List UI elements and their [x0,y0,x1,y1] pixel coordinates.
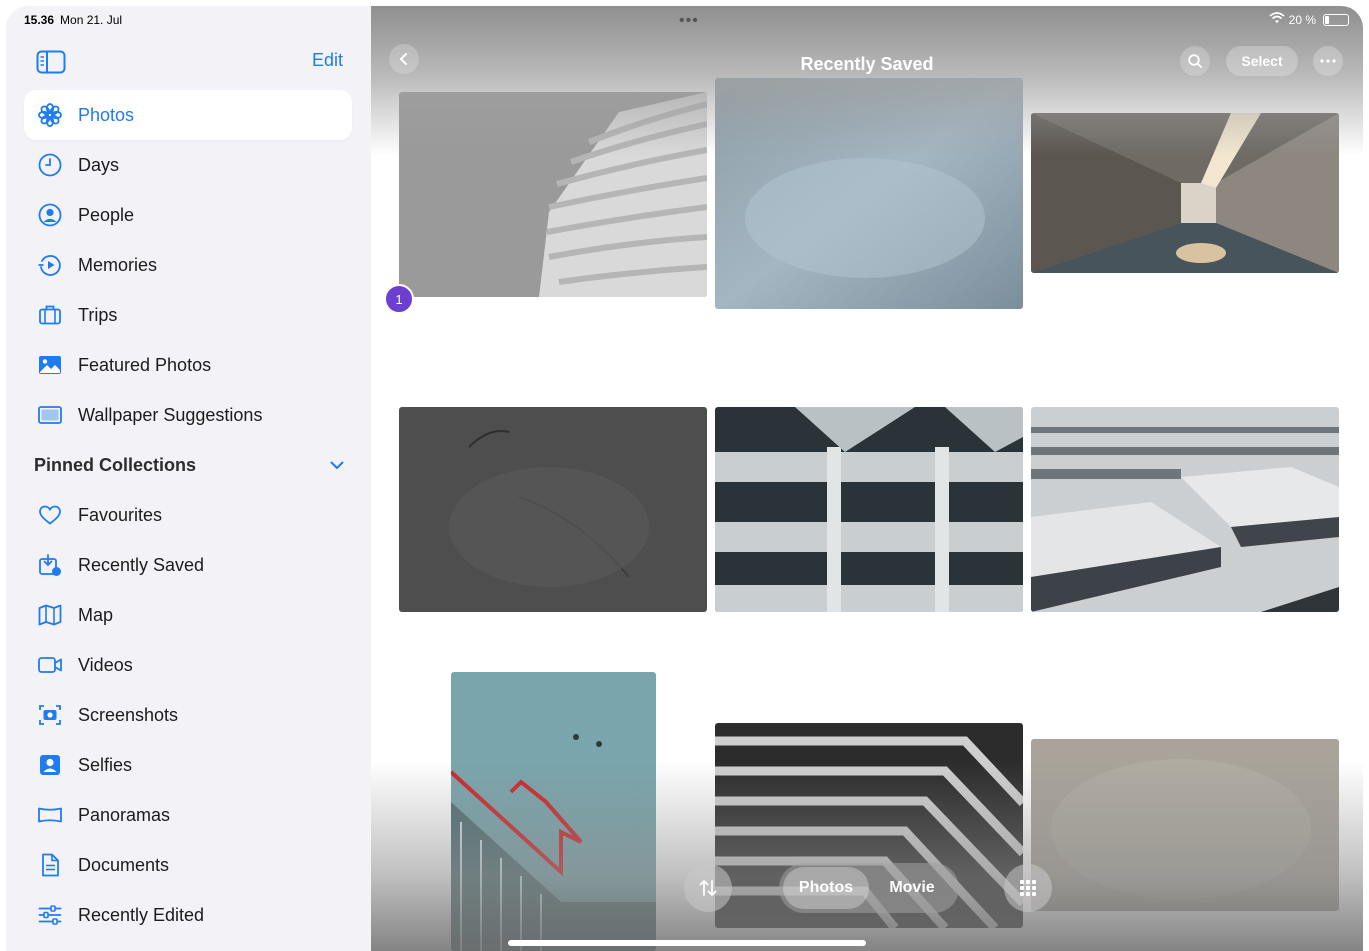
sidebar-item-label: Wallpaper Suggestions [78,404,263,425]
sidebar-item-label: Recently Saved [78,554,205,575]
page-title: Recently Saved [800,54,934,74]
sidebar-item-label: Panoramas [78,804,171,825]
status-time: 15.36 Mon 21. Jul [24,13,123,27]
sliders-icon [36,902,64,928]
segment-photos[interactable]: Photos [783,867,869,909]
photo-thumbnail[interactable] [715,407,1023,612]
wallpaper-icon [36,402,64,428]
ipad-screen: 15.36 Mon 21. Jul Edit Photos Days Peopl… [6,6,1363,951]
sidebar-item-label: Selfies [78,754,133,775]
chevron-down-icon[interactable] [328,456,346,474]
sort-arrows-icon [699,879,717,897]
multitasking-dots-icon[interactable]: ••• [679,12,699,30]
view-segmented-control: Photos Movie [779,863,959,913]
status-date: Mon 21. Jul [60,13,123,27]
document-icon [36,852,64,878]
photos-flower-icon [36,102,64,128]
sidebar-item-wallpaper-suggestions[interactable]: Wallpaper Suggestions [24,390,352,440]
screenshot-icon [36,702,64,728]
sidebar-item-documents[interactable]: Documents [24,840,352,890]
sidebar: 15.36 Mon 21. Jul Edit Photos Days Peopl… [6,6,371,951]
sidebar-item-selfies[interactable]: Selfies [24,740,352,790]
sidebar-item-label: People [78,204,135,225]
sidebar-item-label: Map [78,604,114,625]
sort-button[interactable] [684,864,732,912]
pinned-collections-header[interactable]: Pinned Collections [24,440,352,490]
sidebar-item-label: Days [78,154,120,175]
status-bar-right: 20 % [1269,12,1349,27]
video-icon [36,652,64,678]
battery-percent: 20 % [1288,12,1316,27]
heart-icon [36,502,64,528]
clock-icon [36,152,64,178]
photo-thumbnail[interactable] [1031,407,1339,612]
sidebar-item-screenshots[interactable]: Screenshots [24,690,352,740]
featured-photo-icon [36,352,64,378]
map-icon [36,602,64,628]
sidebar-item-panoramas[interactable]: Panoramas [24,790,352,840]
photo-thumbnail[interactable] [1031,739,1339,911]
pinned-collections-title: Pinned Collections [34,454,197,475]
grid-view-button[interactable] [1004,864,1052,912]
ellipsis-icon [1320,59,1336,63]
photo-thumbnail[interactable] [399,92,707,297]
memories-play-icon [36,252,64,278]
wifi-icon [1269,12,1285,27]
sidebar-item-recently-saved[interactable]: Recently Saved [24,540,352,590]
sidebar-item-memories[interactable]: Memories [24,240,352,290]
sidebar-item-label: Memories [78,254,158,275]
person-circle-icon [36,202,64,228]
photo-thumbnail[interactable] [1031,113,1339,273]
edit-button[interactable]: Edit [312,50,343,71]
selection-count-badge: 1 [384,284,414,314]
photo-thumbnail[interactable] [715,78,1023,309]
sidebar-item-days[interactable]: Days [24,140,352,190]
sidebar-nav: Photos Days People Memories Trips Featur… [24,90,352,940]
more-button[interactable] [1313,46,1343,76]
sidebar-item-recently-edited[interactable]: Recently Edited [24,890,352,940]
sidebar-item-videos[interactable]: Videos [24,640,352,690]
search-button[interactable] [1180,46,1210,76]
battery-icon [1323,13,1349,26]
sidebar-item-people[interactable]: People [24,190,352,240]
selfie-icon [36,752,64,778]
sidebar-item-label: Trips [78,304,118,325]
select-button[interactable]: Select [1226,46,1298,76]
grid-icon [1020,880,1036,896]
sidebar-item-label: Recently Edited [78,904,205,925]
sidebar-item-map[interactable]: Map [24,590,352,640]
sidebar-item-label: Documents [78,854,170,875]
sidebar-item-label: Videos [78,654,133,675]
suitcase-icon [36,302,64,328]
panorama-icon [36,802,64,828]
sidebar-toggle-icon[interactable] [36,50,66,74]
photo-thumbnail[interactable] [399,407,707,612]
sidebar-item-photos[interactable]: Photos [24,90,352,140]
photo-grid-area: 1 ••• 20 % Recently Saved Select Photos … [371,6,1363,951]
recently-saved-icon [36,552,64,578]
sidebar-item-trips[interactable]: Trips [24,290,352,340]
sidebar-item-favourites[interactable]: Favourites [24,490,352,540]
sidebar-item-label: Featured Photos [78,354,212,375]
segment-movie[interactable]: Movie [869,867,955,909]
sidebar-item-label: Screenshots [78,704,179,725]
search-icon [1188,54,1202,68]
photo-thumbnail[interactable] [451,672,656,951]
sidebar-item-label: Favourites [78,504,163,525]
home-indicator[interactable] [508,940,866,946]
sidebar-item-featured-photos[interactable]: Featured Photos [24,340,352,390]
sidebar-item-label: Photos [78,104,135,125]
